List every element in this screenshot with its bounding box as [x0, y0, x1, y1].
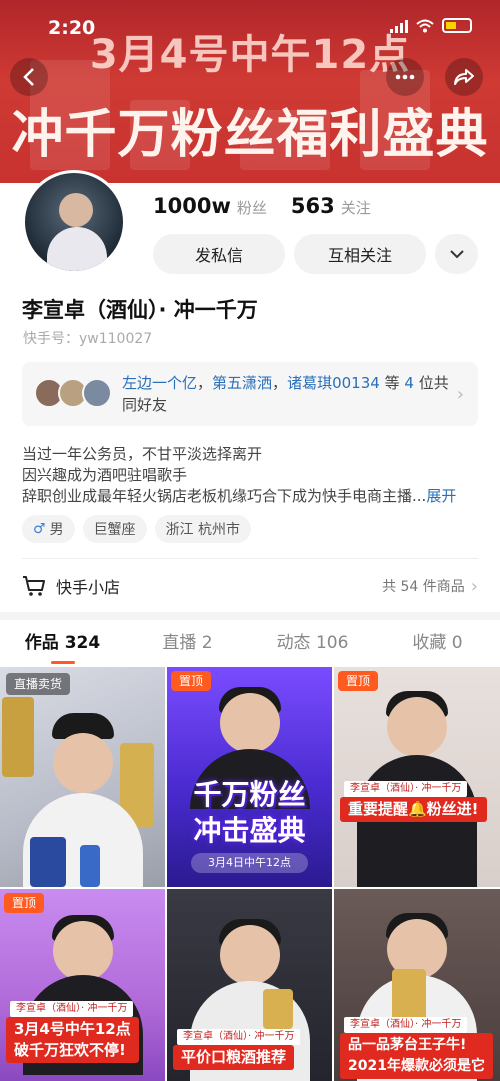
status-time: 2:20	[48, 17, 96, 39]
cart-icon	[23, 576, 45, 596]
bio-line: 当过一年公务员，不甘平淡选择离开	[22, 445, 263, 463]
expand-recommend-button[interactable]	[435, 234, 478, 274]
video-tile[interactable]: 李宣卓（酒仙）· 冲一千万 平价口粮酒推荐	[167, 889, 332, 1081]
friend-avatar	[82, 378, 112, 408]
friend-name-1[interactable]: 左边一个亿	[122, 374, 197, 392]
back-arrow-icon	[23, 68, 34, 86]
video-author-label: 李宣卓（酒仙）· 冲一千万	[344, 1017, 468, 1033]
pinned-badge: 置顶	[4, 893, 45, 913]
back-button[interactable]	[10, 58, 48, 96]
more-dots-icon	[395, 74, 415, 80]
poster-date: 3月4日中午12点	[191, 853, 308, 873]
video-tile[interactable]: 李宣卓（酒仙）· 冲一千万 重要提醒🔔粉丝进! 置顶	[334, 667, 500, 887]
share-button[interactable]	[445, 58, 483, 96]
battery-icon	[442, 18, 472, 33]
profile-name: 李宣卓（酒仙）· 冲一千万	[22, 298, 258, 322]
tab-moments[interactable]: 动态 106	[250, 628, 375, 664]
common-friends-text: 左边一个亿，第五潇洒，诸葛琪00134 等 4 位共同好友	[122, 374, 449, 414]
mutual-follow-button[interactable]: 互相关注	[294, 234, 426, 274]
tab-live[interactable]: 直播 2	[125, 628, 250, 664]
kuaishou-id[interactable]: 快手号：yw110027	[23, 328, 152, 348]
followers-label: 粉丝	[236, 199, 267, 217]
status-icons	[390, 18, 472, 33]
shop-label: 快手小店	[56, 578, 121, 597]
video-author-label: 李宣卓（酒仙）· 冲一千万	[344, 781, 468, 797]
message-button[interactable]: 发私信	[153, 234, 285, 274]
chevron-right-icon: ›	[470, 575, 478, 597]
video-grid: 直播卖货 千万粉丝 冲击盛典 3月4日中午12点 置顶 李宣卓（酒仙）· 冲一千…	[0, 667, 500, 1081]
shop-entry[interactable]: 快手小店 共 54 件商品 ›	[22, 566, 478, 606]
poster-title-2: 冲击盛典	[193, 814, 306, 847]
bio-line: 因兴趣成为酒吧驻唱歌手	[22, 466, 188, 484]
location-tag: 浙江 杭州市	[154, 515, 252, 543]
avatar[interactable]	[22, 170, 126, 274]
video-caption: 品一品茅台王子牛! 2021年爆款必须是它	[340, 1033, 493, 1079]
video-tile[interactable]: 千万粉丝 冲击盛典 3月4日中午12点 置顶	[167, 667, 332, 887]
more-button[interactable]	[386, 58, 424, 96]
profile-banner: 3月4号中午12点 冲千万粉丝福利盛典 2:20	[0, 0, 500, 183]
chevron-right-icon: ›	[456, 384, 464, 405]
pinned-badge: 置顶	[171, 671, 212, 691]
video-caption: 平价口粮酒推荐	[173, 1045, 295, 1070]
following-label: 关注	[340, 199, 371, 217]
video-caption: 重要提醒🔔粉丝进!	[340, 797, 487, 822]
video-tile[interactable]: 李宣卓（酒仙）· 冲一千万 3月4号中午12点 破千万狂欢不停! 置顶	[0, 889, 165, 1081]
chevron-down-icon	[449, 249, 464, 258]
video-caption: 3月4号中午12点 破千万狂欢不停!	[6, 1017, 139, 1063]
share-icon	[454, 69, 474, 85]
bio-line: 辞职创业成最年轻火锅店老板机缘巧合下成为快手电商主播...展开	[22, 487, 457, 505]
live-sale-badge: 直播卖货	[6, 673, 71, 695]
bio-expand-link[interactable]: 展开	[426, 487, 456, 505]
tab-favorites[interactable]: 收藏 0	[375, 628, 500, 664]
friend-name-3[interactable]: 诸葛琪00134	[287, 374, 380, 392]
bio: 当过一年公务员，不甘平淡选择离开 因兴趣成为酒吧驻唱歌手 辞职创业成最年轻火锅店…	[22, 444, 456, 507]
banner-subtitle: 冲千万粉丝福利盛典	[11, 105, 489, 165]
gender-tag: ♂ 男	[22, 515, 75, 543]
video-author-label: 李宣卓（酒仙）· 冲一千万	[10, 1001, 134, 1017]
video-author-label: 李宣卓（酒仙）· 冲一千万	[177, 1029, 301, 1045]
common-friends[interactable]: 左边一个亿，第五潇洒，诸葛琪00134 等 4 位共同好友 ›	[22, 362, 478, 426]
signal-icon	[390, 19, 408, 33]
following-count[interactable]: 563	[291, 194, 335, 218]
profile-stats: 1000w 粉丝 563 关注	[153, 194, 389, 218]
friend-name-2[interactable]: 第五潇洒	[212, 374, 272, 392]
video-tile[interactable]: 直播卖货	[0, 667, 165, 887]
pinned-badge: 置顶	[338, 671, 379, 691]
divider	[22, 558, 478, 559]
poster-title-1: 千万粉丝	[193, 778, 306, 811]
video-tile[interactable]: 李宣卓（酒仙）· 冲一千万 品一品茅台王子牛! 2021年爆款必须是它	[334, 889, 500, 1081]
profile-tags: ♂ 男 巨蟹座 浙江 杭州市	[22, 515, 252, 543]
tab-works[interactable]: 作品 324	[0, 628, 125, 664]
male-icon: ♂	[33, 521, 46, 537]
content-tabs: 作品 324 直播 2 动态 106 收藏 0	[0, 628, 500, 664]
friend-count: 4	[404, 374, 414, 392]
followers-count[interactable]: 1000w	[153, 194, 231, 218]
shop-count: 共 54 件商品	[382, 579, 465, 595]
section-divider	[0, 612, 500, 620]
zodiac-tag: 巨蟹座	[82, 515, 147, 543]
wifi-icon	[416, 19, 434, 32]
